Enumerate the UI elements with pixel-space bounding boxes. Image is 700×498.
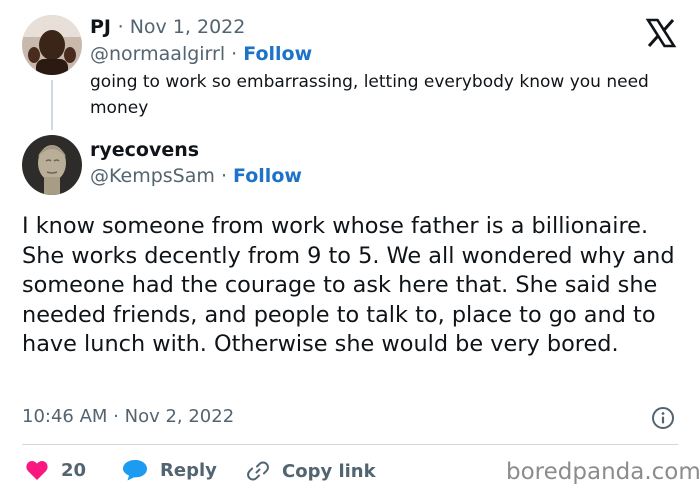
parent-author-name-text: PJ (90, 16, 111, 38)
reply-button[interactable]: Reply (122, 459, 217, 481)
pj-avatar[interactable] (22, 15, 82, 75)
copy-link-button[interactable]: Copy link (246, 459, 376, 483)
action-divider (22, 444, 678, 445)
boredpanda-watermark: boredpanda.com (506, 459, 700, 485)
reply-tweet-text: I know someone from work whose father is… (22, 213, 675, 357)
ryecovens-avatar[interactable] (22, 135, 82, 195)
parent-tweet-text: going to work so embarrassing, letting e… (90, 72, 649, 118)
speech-bubble-icon (123, 460, 147, 481)
like-count: 20 (61, 459, 87, 481)
x-logo-icon[interactable] (645, 17, 677, 49)
reply-handle: @KempsSam (90, 165, 215, 187)
like-button[interactable]: 20 (25, 459, 86, 481)
parent-author-name[interactable]: PJ · Nov 1, 2022 (90, 16, 245, 38)
parent-handle-row: @normaalgirrl · Follow (90, 43, 312, 65)
parent-follow-button[interactable]: Follow (243, 43, 312, 65)
parent-tweet-date: · Nov 1, 2022 (117, 16, 246, 38)
tweet-timestamp[interactable]: 10:46 AM · Nov 2, 2022 (22, 406, 234, 427)
parent-handle-separator: · (231, 43, 238, 65)
reply-handle-separator: · (220, 165, 227, 187)
reply-label: Reply (160, 459, 217, 481)
reply-handle-row: @KempsSam · Follow (90, 165, 302, 187)
link-icon (247, 461, 269, 481)
thread-connector (51, 80, 53, 130)
info-icon[interactable] (651, 406, 675, 430)
reply-follow-button[interactable]: Follow (233, 165, 302, 187)
heart-icon (26, 460, 48, 480)
parent-handle: @normaalgirrl (90, 43, 226, 65)
reply-author-name[interactable]: ryecovens (90, 139, 199, 161)
copy-link-label: Copy link (282, 460, 376, 482)
